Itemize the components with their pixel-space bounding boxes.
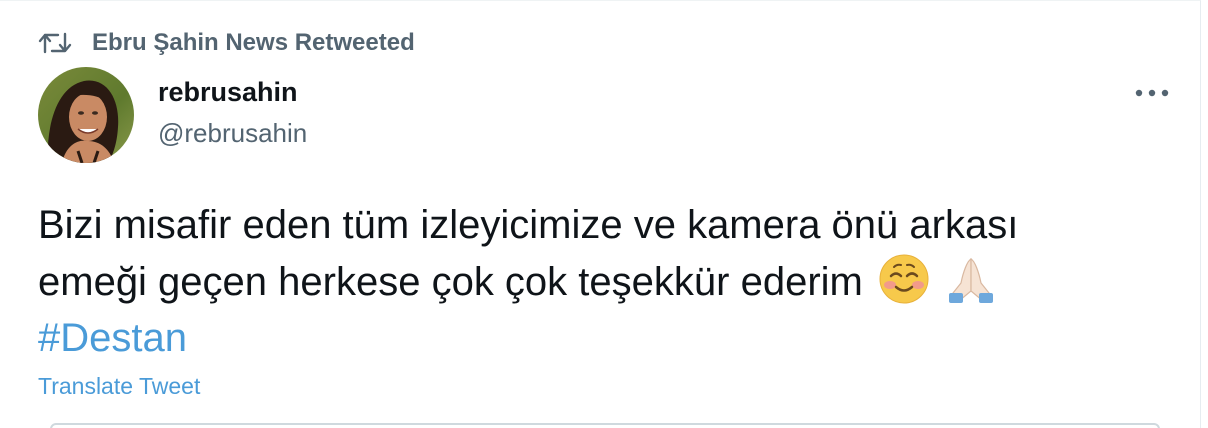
tweet-text-line: Bizi misafir eden tüm izleyicimize ve ka… [38, 203, 1019, 247]
translate-tweet-link[interactable]: Translate Tweet [38, 373, 200, 400]
more-options-button[interactable] [1126, 77, 1178, 109]
tweet-text-line: #Destan [38, 310, 1178, 366]
hashtag-link[interactable]: #Destan [38, 316, 187, 360]
retweet-label[interactable]: Ebru Şahin News Retweeted [92, 29, 415, 57]
retweet-context[interactable]: Ebru Şahin News Retweeted [38, 29, 415, 57]
avatar-photo [38, 67, 134, 163]
tweet-card[interactable]: Ebru Şahin News Retweeted rebrusahin @re… [0, 0, 1201, 428]
smiling-face-with-blush-emoji [879, 254, 929, 304]
media-card-edge [50, 423, 1160, 428]
tweet-text-line: emeği geçen herkese çok çok teşekkür ede… [38, 253, 1178, 310]
author-display-name[interactable]: rebrusahin [158, 77, 298, 108]
avatar[interactable] [38, 67, 134, 163]
author-handle[interactable]: @rebrusahin [158, 118, 307, 149]
folded-hands-emoji [949, 258, 994, 303]
retweet-icon [38, 32, 72, 54]
more-horizontal-icon [1135, 89, 1169, 97]
tweet-text-segment: emeği geçen herkese çok çok teşekkür ede… [38, 260, 863, 304]
tweet-body: Bizi misafir eden tüm izleyicimize ve ka… [38, 197, 1178, 366]
